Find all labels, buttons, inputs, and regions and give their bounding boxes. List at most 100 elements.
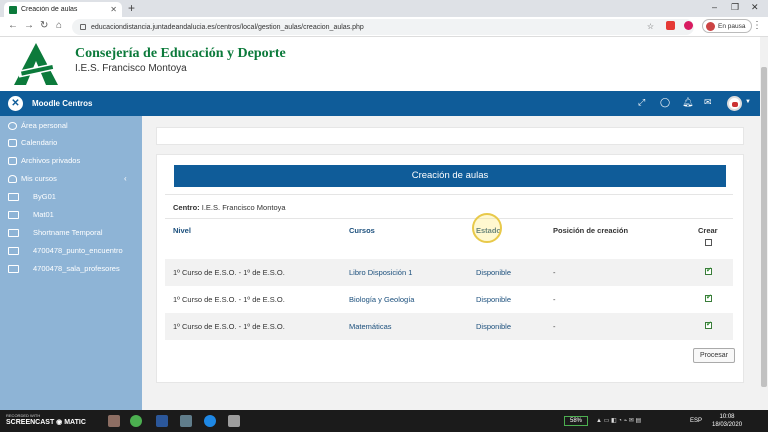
sidebar: Área personal Calendario Archivos privad… — [0, 116, 142, 410]
sidebar-item-mat01[interactable]: Mat01 — [8, 210, 54, 219]
cell-posicion: - — [553, 268, 556, 277]
clock-time: 10:08 — [719, 414, 735, 420]
crear-checkbox[interactable] — [705, 266, 712, 275]
sidebar-item-label: Mat01 — [33, 210, 54, 219]
sidebar-item-area-personal[interactable]: Área personal — [8, 121, 68, 130]
browser-tab[interactable]: Creación de aulas ✕ — [4, 2, 122, 17]
sidebar-item-label: Mis cursos — [21, 174, 57, 183]
new-tab-icon[interactable]: + — [128, 1, 135, 15]
battery-indicator[interactable]: 58% — [564, 416, 588, 426]
cell-estado: Disponible — [476, 295, 512, 304]
site-title[interactable]: Moodle Centros — [32, 99, 92, 108]
mail-icon[interactable]: ✉ — [704, 97, 712, 108]
browser-menu-icon[interactable]: ⋮ — [752, 20, 762, 31]
folder-icon — [8, 210, 19, 219]
cell-curso[interactable]: Matemáticas — [349, 322, 392, 331]
bell-icon[interactable]: 🔔︎ — [682, 97, 693, 108]
creacion-aulas-card: Creación de aulas Centro: I.E.S. Francis… — [156, 154, 744, 383]
school-name: I.E.S. Francisco Montoya — [75, 63, 187, 74]
top-card — [156, 127, 744, 145]
cell-posicion: - — [553, 322, 556, 331]
column-header-cursos[interactable]: Cursos — [349, 226, 375, 235]
table-row: 1º Curso de E.S.O. - 1º de E.S.O. Libro … — [165, 259, 733, 286]
cell-curso[interactable]: Libro Disposición 1 — [349, 268, 412, 277]
recorder-name: SCREENCAST ◉ MATIC — [6, 419, 86, 426]
extension-icon[interactable] — [666, 21, 675, 30]
close-window-icon[interactable]: ✕ — [751, 2, 759, 13]
chevron-left-icon[interactable]: ‹ — [124, 174, 127, 183]
file-icon — [8, 156, 17, 165]
folder-icon — [8, 264, 19, 273]
word-icon[interactable] — [156, 415, 168, 427]
crear-checkbox[interactable] — [705, 320, 712, 329]
sidebar-item-label: 4700478_sala_profesores — [33, 264, 120, 273]
cell-nivel: 1º Curso de E.S.O. - 1º de E.S.O. — [173, 295, 285, 304]
page-title: Creación de aulas — [174, 165, 726, 187]
app-icon[interactable] — [228, 415, 240, 427]
mouse-cursor-highlight — [472, 213, 502, 243]
crear-checkbox[interactable] — [705, 293, 712, 302]
sidebar-item-label: Calendario — [21, 138, 58, 147]
procesar-button[interactable]: Procesar — [693, 348, 735, 363]
sidebar-item-byg01[interactable]: ByG01 — [8, 192, 56, 201]
close-drawer-icon[interactable]: ✕ — [8, 96, 23, 111]
folder-icon — [8, 228, 19, 237]
back-icon[interactable]: ← — [8, 20, 18, 31]
url-field[interactable]: educaciondistancia.juntadeandalucia.es/c… — [72, 19, 694, 35]
close-tab-icon[interactable]: ✕ — [110, 5, 117, 14]
dashboard-icon — [8, 121, 17, 130]
page-scrollbar[interactable] — [760, 37, 768, 410]
language-indicator[interactable]: ESP — [690, 418, 702, 424]
bookmark-star-icon[interactable]: ☆ — [647, 22, 654, 31]
forward-icon[interactable]: → — [24, 20, 34, 31]
fullscreen-icon[interactable]: ⤢ — [638, 97, 645, 108]
reload-icon[interactable]: ↻ — [40, 20, 48, 31]
org-name: Consejería de Educación y Deporte — [75, 46, 286, 61]
clock-date: 18/03/2020 — [712, 422, 743, 428]
sidebar-item-mis-cursos[interactable]: Mis cursos — [8, 174, 57, 183]
maximize-icon[interactable]: ❐ — [731, 2, 739, 13]
cell-curso[interactable]: Biología y Geología — [349, 295, 414, 304]
clock[interactable]: 10:08 18/03/2020 — [712, 413, 742, 429]
photos-icon[interactable] — [180, 415, 192, 427]
cell-nivel: 1º Curso de E.S.O. - 1º de E.S.O. — [173, 268, 285, 277]
sidebar-item-label: 4700478_punto_encuentro — [33, 246, 123, 255]
chevron-down-icon[interactable]: ▼ — [745, 99, 751, 105]
divider — [165, 194, 733, 195]
url-text: educaciondistancia.juntadeandalucia.es/c… — [91, 23, 364, 31]
home-icon[interactable]: ⌂ — [56, 20, 62, 31]
pinterest-icon[interactable] — [684, 21, 693, 30]
sidebar-item-sala-profesores[interactable]: 4700478_sala_profesores — [8, 264, 120, 273]
centro-label: Centro: — [173, 203, 200, 212]
select-all-checkbox[interactable] — [705, 239, 712, 246]
address-bar-row: ← → ↻ ⌂ educaciondistancia.juntadeandalu… — [0, 17, 768, 37]
chrome-icon[interactable] — [130, 415, 142, 427]
column-header-nivel[interactable]: Nivel — [173, 226, 191, 235]
chat-icon[interactable]: ◯ — [660, 97, 670, 108]
profile-avatar — [706, 21, 715, 31]
centro-value: I.E.S. Francisco Montoya — [201, 203, 286, 212]
profile-button[interactable]: En pausa — [702, 19, 753, 33]
sidebar-item-label: ByG01 — [33, 192, 56, 201]
folder-app-icon[interactable] — [108, 415, 120, 427]
sidebar-item-punto-encuentro[interactable]: 4700478_punto_encuentro — [8, 246, 123, 255]
cell-estado: Disponible — [476, 322, 512, 331]
column-header-crear: Crear — [698, 226, 718, 235]
junta-andalucia-logo — [14, 43, 58, 85]
calendar-icon — [8, 138, 17, 147]
cell-nivel: 1º Curso de E.S.O. - 1º de E.S.O. — [173, 322, 285, 331]
scroll-thumb[interactable] — [761, 67, 767, 387]
tray-icons[interactable]: ▲ ▭ ◧ ◔ ⌁ ✉ ▤ — [596, 417, 641, 424]
user-avatar[interactable] — [727, 96, 742, 111]
minimize-icon[interactable]: – — [712, 2, 717, 12]
cell-estado: Disponible — [476, 268, 512, 277]
sidebar-item-calendario[interactable]: Calendario — [8, 138, 57, 147]
recorder-label: RECORDED WITH — [6, 413, 41, 418]
sidebar-item-shortname[interactable]: Shortname Temporal — [8, 228, 102, 237]
recorder-watermark: RECORDED WITH SCREENCAST ◉ MATIC — [6, 413, 86, 426]
folder-icon — [8, 192, 19, 201]
column-header-posicion: Posición de creación — [553, 226, 629, 235]
sidebar-item-archivos[interactable]: Archivos privados — [8, 156, 80, 165]
profile-status: En pausa — [718, 22, 746, 30]
app-icon[interactable] — [204, 415, 216, 427]
